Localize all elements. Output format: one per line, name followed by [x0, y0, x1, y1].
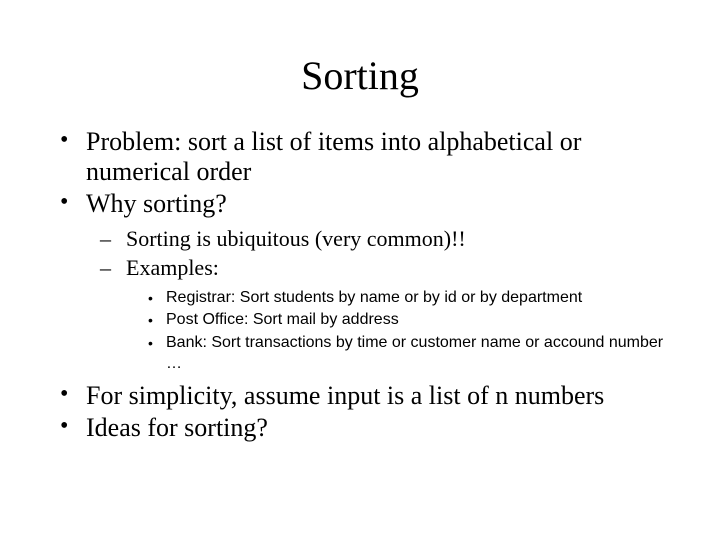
slide: Sorting Problem: sort a list of items in… [0, 0, 720, 540]
list-item-text: Examples: [126, 255, 219, 280]
list-item: Registrar: Sort students by name or by i… [148, 288, 680, 309]
list-item: Bank: Sort transactions by time or custo… [148, 333, 680, 375]
slide-content: Problem: sort a list of items into alpha… [0, 127, 720, 443]
list-item: Post Office: Sort mail by address [148, 310, 680, 331]
list-item: Problem: sort a list of items into alpha… [58, 127, 680, 187]
list-item: Ideas for sorting? [58, 413, 680, 443]
bullet-list-lvl2: Sorting is ubiquitous (very common)!! Ex… [86, 225, 680, 375]
list-item: Sorting is ubiquitous (very common)!! [100, 225, 680, 253]
bullet-list-lvl3: Registrar: Sort students by name or by i… [126, 288, 680, 375]
list-item: For simplicity, assume input is a list o… [58, 381, 680, 411]
list-item: Examples: Registrar: Sort students by na… [100, 254, 680, 375]
slide-title: Sorting [0, 0, 720, 127]
bullet-list-lvl1: Problem: sort a list of items into alpha… [58, 127, 680, 443]
list-item: Why sorting? Sorting is ubiquitous (very… [58, 189, 680, 375]
list-item-text: Why sorting? [86, 189, 227, 218]
